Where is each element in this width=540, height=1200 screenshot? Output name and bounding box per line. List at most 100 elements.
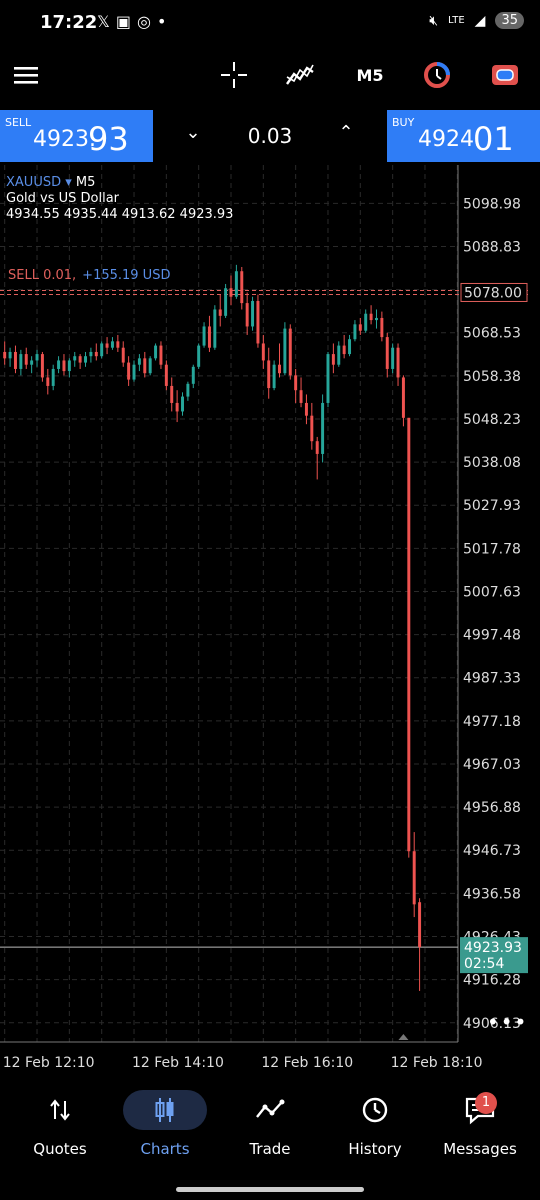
y-tick-label: 5027.93 (463, 498, 521, 514)
candle-body (234, 271, 238, 297)
candle-body (321, 402, 325, 454)
indicators-icon[interactable] (285, 62, 315, 88)
candle-body (310, 415, 314, 442)
history-icon (325, 1088, 425, 1132)
candle-body (51, 368, 55, 386)
y-tick-label: 4987.33 (463, 671, 521, 687)
notification-icons: 𝕏▣◎• (97, 12, 172, 31)
signal-icon: ◢ (474, 12, 486, 29)
buy-button[interactable]: BUY 4924. 01 (387, 110, 540, 162)
candle-body (24, 354, 28, 365)
x-tick-label: 12 Feb 14:10 (132, 1055, 224, 1071)
candle-body (105, 343, 109, 348)
candle-body (256, 300, 260, 344)
candle-body (353, 324, 357, 340)
nav-quotes[interactable]: Quotes (10, 1088, 110, 1168)
current-price-label: 4923.93 (464, 940, 522, 956)
one-click-trading-icon[interactable] (490, 62, 520, 88)
candle-body (369, 313, 373, 321)
candle-body (89, 351, 93, 357)
x-tick-label: 12 Feb 18:10 (391, 1055, 483, 1071)
candle-body (40, 354, 44, 378)
candle-body (229, 288, 233, 297)
y-tick-label: 5017.78 (463, 541, 521, 557)
price-chart[interactable]: 5098.985088.835078.685068.535058.385048.… (0, 165, 540, 1075)
y-tick-label: 4936.58 (463, 886, 521, 902)
candle-body (116, 341, 120, 348)
candle-body (181, 396, 184, 412)
y-tick-label: 5007.63 (463, 584, 521, 600)
sell-button[interactable]: SELL 4923. 93 (0, 110, 153, 162)
candle-body (245, 303, 249, 327)
y-tick-label: 4956.88 (463, 800, 521, 816)
position-label[interactable]: SELL 0.01, +155.19 USD (8, 268, 170, 283)
candle-body (272, 364, 276, 389)
crosshair-icon[interactable] (220, 62, 248, 88)
candle-countdown: 02:54 (464, 956, 504, 972)
candle-body (337, 345, 341, 365)
one-click-trade-panel: SELL 4923. 93 ⌄ 0.03 ⌃ BUY 4924. 01 (0, 110, 540, 162)
symbol-dropdown-icon[interactable]: ▾ (65, 175, 72, 190)
lot-value[interactable]: 0.03 (233, 124, 307, 148)
candle-body (213, 309, 217, 348)
y-tick-label: 4967.03 (463, 757, 521, 773)
candle-body (401, 377, 405, 418)
candle-body (240, 271, 244, 304)
nav-history-label: History (348, 1140, 402, 1158)
position-level-label: 5078.00 (464, 285, 522, 301)
symbol-description: Gold vs US Dollar (6, 191, 120, 206)
network-type: LTE (448, 15, 465, 26)
y-tick-label: 5098.98 (463, 196, 521, 212)
charts-icon (123, 1090, 207, 1130)
chart-symbol[interactable]: XAUUSD (6, 175, 61, 190)
battery-level: 35 (495, 12, 524, 29)
y-tick-label: 5038.08 (463, 455, 521, 471)
candle-body (197, 345, 201, 367)
candle-body (385, 337, 389, 369)
candle-body (154, 345, 158, 359)
nav-charts[interactable]: Charts (115, 1088, 215, 1168)
candle-body (278, 364, 281, 374)
candle-body (380, 317, 384, 338)
candle-body (207, 326, 211, 348)
messages-badge: 1 (475, 1092, 497, 1114)
position-type: SELL 0.01, (8, 268, 77, 283)
sell-price-main: 4923. (33, 127, 96, 152)
candle-body (67, 360, 71, 372)
nav-charts-label: Charts (140, 1140, 190, 1158)
nav-trade[interactable]: Trade (220, 1088, 320, 1168)
candle-body (283, 328, 287, 374)
candle-body (299, 390, 303, 403)
candle-body (143, 358, 147, 374)
candle-body (148, 358, 152, 374)
quotes-icon (10, 1088, 110, 1132)
buy-price-main: 4924. (418, 127, 481, 152)
candle-body (315, 441, 319, 454)
candle-body (186, 383, 190, 397)
more-options-icon[interactable]: ••• (487, 1010, 528, 1034)
candle-body (8, 351, 12, 359)
candle-body (202, 326, 206, 346)
candle-body (191, 366, 195, 384)
sell-label: SELL (5, 116, 32, 129)
buy-price-big: 01 (473, 120, 514, 158)
lot-increase-icon[interactable]: ⌃ (331, 122, 361, 143)
status-time: 17:22 (40, 12, 98, 33)
candle-body (267, 360, 271, 389)
y-tick-label: 5048.23 (463, 412, 521, 428)
candle-body (132, 364, 136, 380)
y-tick-label: 4946.73 (463, 843, 521, 859)
timeframe-button[interactable]: M5 (350, 62, 390, 88)
candle-body (100, 343, 104, 357)
ohlc-values: 4934.55 4935.44 4913.62 4923.93 (6, 207, 234, 222)
menu-icon[interactable] (14, 62, 40, 88)
nav-charts-pill-wrap (115, 1088, 215, 1132)
home-indicator[interactable] (176, 1187, 364, 1192)
lot-decrease-icon[interactable]: ⌄ (178, 122, 208, 143)
dot-icon: • (156, 12, 173, 31)
candle-body (46, 377, 50, 386)
nav-quotes-label: Quotes (33, 1140, 87, 1158)
nav-history[interactable]: History (325, 1088, 425, 1168)
candle-body (35, 354, 39, 361)
objects-icon[interactable] (422, 62, 452, 88)
